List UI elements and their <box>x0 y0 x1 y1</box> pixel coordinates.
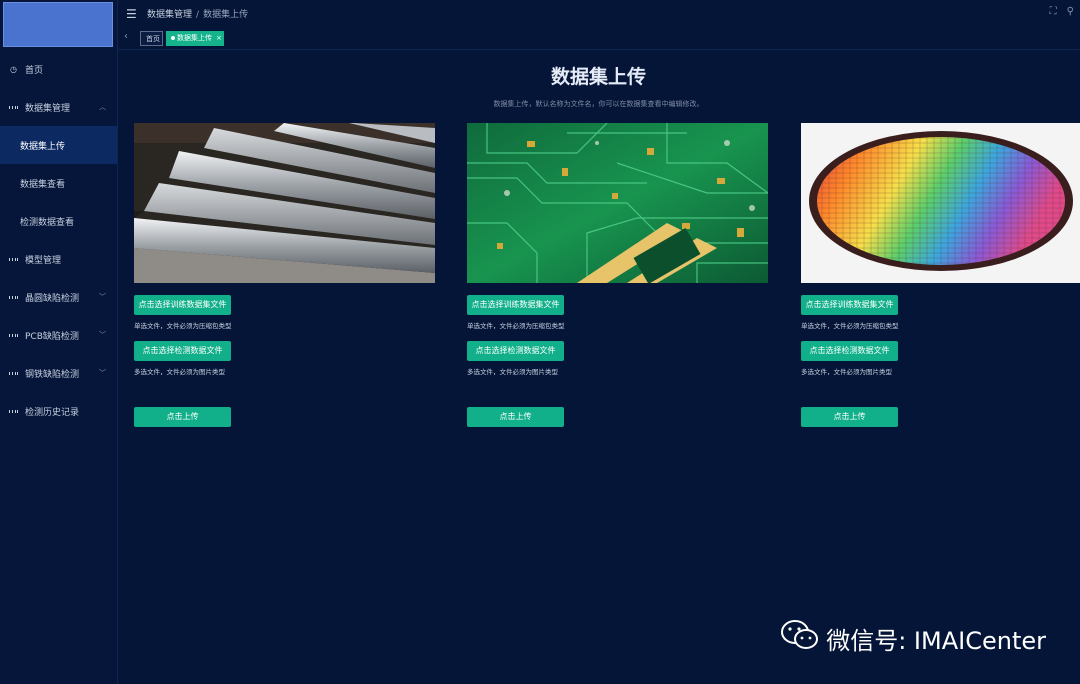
chevron-left-icon[interactable]: ‹ <box>124 31 128 42</box>
grid-icon <box>9 293 18 302</box>
fullscreen-icon[interactable]: ⛶ <box>1050 6 1057 17</box>
detection-file-hint: 多选文件，文件必须为图片类型 <box>467 368 558 376</box>
breadcrumb: 数据集管理 / 数据集上传 <box>147 7 248 20</box>
dataset-submenu: 数据集上传 数据集查看 检测数据查看 <box>0 126 117 240</box>
grid-icon <box>9 331 18 340</box>
sidebar-item-pcb-detection[interactable]: PCB缺陷检测 ﹀ <box>0 316 117 354</box>
sidebar-item-detection-history[interactable]: 检测历史记录 <box>0 392 117 430</box>
sidebar-item-label: 钢铁缺陷检测 <box>25 369 80 380</box>
chevron-down-icon: ﹀ <box>99 293 106 301</box>
tab-label: 数据集上传 <box>177 34 212 42</box>
sidebar: ◷ 首页 数据集管理 ︿ 数据集上传 数据集查看 检测数据查看 模型管理 晶圆缺… <box>0 0 118 684</box>
sidebar-menu: ◷ 首页 数据集管理 ︿ 数据集上传 数据集查看 检测数据查看 模型管理 晶圆缺… <box>0 50 117 430</box>
sidebar-item-dataset-management[interactable]: 数据集管理 ︿ <box>0 88 117 126</box>
close-icon[interactable]: × <box>216 34 222 42</box>
steel-image <box>134 123 435 283</box>
upload-card-steel: 点击选择训练数据集文件 单选文件，文件必须为压缩包类型 点击选择检测数据文件 多… <box>134 123 435 433</box>
watermark-text: 微信号: IMAICenter <box>826 626 1046 655</box>
wechat-icon <box>780 619 820 657</box>
grid-icon <box>9 369 18 378</box>
select-detection-file-button[interactable]: 点击选择检测数据文件 <box>801 341 898 361</box>
sidebar-item-label: 模型管理 <box>25 255 62 266</box>
page-subtitle: 数据集上传，默认名称为文件名，你可以在数据集查看中编辑修改。 <box>493 100 704 108</box>
detection-file-hint: 多选文件，文件必须为图片类型 <box>801 368 892 376</box>
tab-home[interactable]: 首页 <box>140 31 163 46</box>
upload-card-wafer: 点击选择训练数据集文件 单选文件，文件必须为压缩包类型 点击选择检测数据文件 多… <box>801 123 1080 433</box>
search-icon[interactable]: ⚲ <box>1067 6 1074 17</box>
sidebar-item-label: 检测数据查看 <box>20 217 75 228</box>
top-icons: ⛶ ⚲ <box>1040 6 1074 17</box>
grid-icon <box>9 407 18 416</box>
topbar: ☰ 数据集管理 / 数据集上传 ⛶ ⚲ <box>117 0 1080 28</box>
sidebar-item-detection-data-view[interactable]: 检测数据查看 <box>0 202 117 240</box>
chevron-down-icon: ﹀ <box>99 331 106 339</box>
sidebar-item-label: 检测历史记录 <box>25 407 80 418</box>
training-file-hint: 单选文件，文件必须为压缩包类型 <box>134 322 232 330</box>
grid-icon <box>9 103 18 112</box>
select-training-file-button[interactable]: 点击选择训练数据集文件 <box>134 295 231 315</box>
sidebar-item-label: 晶圆缺陷检测 <box>25 293 80 304</box>
sidebar-item-home[interactable]: ◷ 首页 <box>0 50 117 88</box>
tab-dataset-upload[interactable]: 数据集上传 × <box>166 31 224 46</box>
sidebar-item-model-management[interactable]: 模型管理 <box>0 240 117 278</box>
wechat-watermark: 微信号: IMAICenter <box>780 619 1046 657</box>
sidebar-item-dataset-upload[interactable]: 数据集上传 <box>0 126 117 164</box>
grid-icon <box>9 255 18 264</box>
upload-button[interactable]: 点击上传 <box>801 407 898 427</box>
logo[interactable] <box>3 2 113 47</box>
hamburger-menu-icon[interactable]: ☰ <box>126 7 137 21</box>
sidebar-item-wafer-detection[interactable]: 晶圆缺陷检测 ﹀ <box>0 278 117 316</box>
sidebar-item-dataset-view[interactable]: 数据集查看 <box>0 164 117 202</box>
chevron-up-icon: ︿ <box>99 103 106 111</box>
sidebar-item-label: 数据集查看 <box>20 179 66 190</box>
clock-icon: ◷ <box>10 64 17 74</box>
upload-button[interactable]: 点击上传 <box>134 407 231 427</box>
page-title: 数据集上传 <box>550 66 646 88</box>
active-dot-icon <box>171 36 175 40</box>
training-file-hint: 单选文件，文件必须为压缩包类型 <box>801 322 899 330</box>
tabs-bar: ‹ 首页 数据集上传 × <box>117 28 1080 50</box>
tab-label: 首页 <box>146 35 160 43</box>
select-detection-file-button[interactable]: 点击选择检测数据文件 <box>467 341 564 361</box>
sidebar-item-label: 数据集上传 <box>20 141 66 152</box>
select-detection-file-button[interactable]: 点击选择检测数据文件 <box>134 341 231 361</box>
sidebar-item-label: 数据集管理 <box>25 103 71 114</box>
breadcrumb-item-current: 数据集上传 <box>203 10 249 20</box>
sidebar-item-label: 首页 <box>25 65 44 76</box>
pcb-image <box>467 123 768 283</box>
chevron-down-icon: ﹀ <box>99 369 106 377</box>
upload-button[interactable]: 点击上传 <box>467 407 564 427</box>
sidebar-item-steel-detection[interactable]: 钢铁缺陷检测 ﹀ <box>0 354 117 392</box>
select-training-file-button[interactable]: 点击选择训练数据集文件 <box>801 295 898 315</box>
select-training-file-button[interactable]: 点击选择训练数据集文件 <box>467 295 564 315</box>
training-file-hint: 单选文件，文件必须为压缩包类型 <box>467 322 565 330</box>
sidebar-item-label: PCB缺陷检测 <box>25 331 79 342</box>
breadcrumb-item-parent[interactable]: 数据集管理 <box>147 10 192 20</box>
breadcrumb-separator: / <box>196 10 200 20</box>
wafer-image <box>801 123 1080 283</box>
upload-card-pcb: 点击选择训练数据集文件 单选文件，文件必须为压缩包类型 点击选择检测数据文件 多… <box>467 123 768 433</box>
detection-file-hint: 多选文件，文件必须为图片类型 <box>134 368 225 376</box>
